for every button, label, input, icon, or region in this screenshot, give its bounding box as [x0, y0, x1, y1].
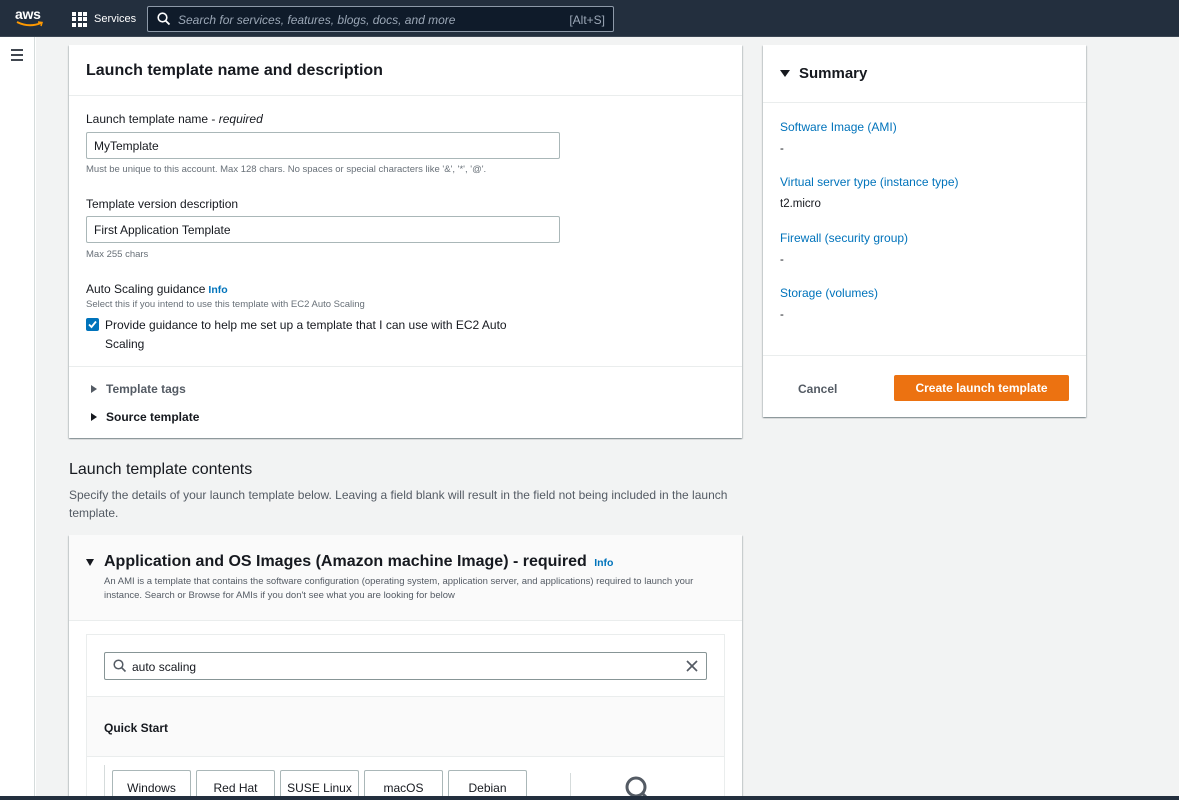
ami-title-text: Application and OS Images (Amazon machin…	[104, 553, 587, 570]
ami-browser: auto scaling Quick Start Windows Red Hat…	[86, 634, 725, 800]
services-grid-icon	[72, 11, 87, 27]
search-shortcut-hint: [Alt+S]	[569, 13, 605, 27]
template-name-panel: Launch template name and description Lau…	[69, 45, 742, 438]
caret-down-icon	[780, 70, 790, 77]
template-name-heading: Launch template name and description	[69, 45, 742, 96]
template-tags-expander[interactable]: Template tags	[91, 382, 186, 396]
ami-panel-title: Application and OS Images (Amazon machin…	[104, 553, 613, 571]
caret-down-icon[interactable]	[86, 559, 94, 566]
summary-storage-link[interactable]: Storage (volumes)	[780, 286, 878, 300]
menu-icon[interactable]	[11, 49, 23, 64]
search-icon	[157, 12, 171, 26]
divider	[69, 366, 742, 367]
template-tags-label: Template tags	[106, 382, 186, 396]
caret-right-icon	[91, 385, 97, 393]
summary-panel: Summary Software Image (AMI) - Virtual s…	[763, 45, 1086, 417]
side-navigation-rail	[0, 37, 35, 800]
summary-instance-type-link[interactable]: Virtual server type (instance type)	[780, 175, 959, 189]
services-menu-button[interactable]: Services	[72, 10, 136, 28]
version-description-hint: Max 255 chars	[86, 249, 149, 260]
template-name-input[interactable]: MyTemplate	[86, 132, 560, 159]
aws-logo[interactable]: aws	[15, 7, 45, 31]
source-template-label: Source template	[106, 410, 200, 424]
summary-security-group-value: -	[780, 254, 784, 266]
version-description-label: Template version description	[86, 197, 239, 211]
aws-smile-icon	[16, 21, 43, 27]
source-template-expander[interactable]: Source template	[91, 410, 199, 424]
ami-info-link[interactable]: Info	[594, 557, 613, 569]
create-launch-template-button[interactable]: Create launch template	[894, 375, 1069, 401]
global-search-input[interactable]: Search for services, features, blogs, do…	[147, 6, 614, 32]
auto-scaling-checkbox[interactable]	[86, 318, 99, 331]
bottom-edge	[0, 796, 1179, 800]
launch-template-contents-title: Launch template contents	[69, 461, 253, 478]
auto-scaling-guidance-label: Auto Scaling guidance Info	[86, 282, 228, 296]
summary-ami-value: -	[780, 143, 784, 155]
ami-search-value: auto scaling	[132, 660, 197, 674]
summary-header[interactable]: Summary	[763, 45, 1086, 103]
top-navigation-bar: aws Services Search for services, featur…	[0, 0, 1179, 37]
divider	[104, 765, 105, 800]
search-icon	[113, 659, 127, 673]
aws-logo-text: aws	[15, 6, 41, 22]
version-description-input[interactable]: First Application Template	[86, 216, 560, 243]
summary-instance-type-value: t2.micro	[780, 198, 821, 210]
ami-search-input[interactable]: auto scaling	[104, 652, 707, 680]
summary-heading: Summary	[799, 65, 868, 82]
quick-start-header: Quick Start	[87, 696, 724, 757]
auto-scaling-info-link[interactable]: Info	[208, 284, 227, 296]
summary-storage-value: -	[780, 309, 784, 321]
auto-scaling-checkbox-label[interactable]: Provide guidance to help me set up a tem…	[105, 316, 545, 354]
template-name-hint: Must be unique to this account. Max 128 …	[86, 164, 487, 175]
auto-scaling-hint: Select this if you intend to use this te…	[86, 299, 365, 310]
template-name-label: Launch template name - required	[86, 112, 263, 126]
caret-right-icon	[91, 413, 97, 421]
summary-footer-divider	[763, 355, 1086, 356]
clear-icon[interactable]	[686, 660, 698, 672]
search-placeholder: Search for services, features, blogs, do…	[178, 13, 456, 27]
quick-start-title: Quick Start	[104, 721, 169, 735]
services-label: Services	[94, 13, 137, 25]
launch-template-contents-description: Specify the details of your launch templ…	[69, 488, 728, 520]
cancel-button[interactable]: Cancel	[798, 382, 837, 396]
checkmark-icon	[88, 320, 97, 329]
ami-description: An AMI is a template that contains the s…	[104, 576, 694, 601]
ami-panel: Application and OS Images (Amazon machin…	[69, 535, 742, 800]
summary-security-group-link[interactable]: Firewall (security group)	[780, 231, 908, 245]
summary-ami-link[interactable]: Software Image (AMI)	[780, 120, 897, 134]
